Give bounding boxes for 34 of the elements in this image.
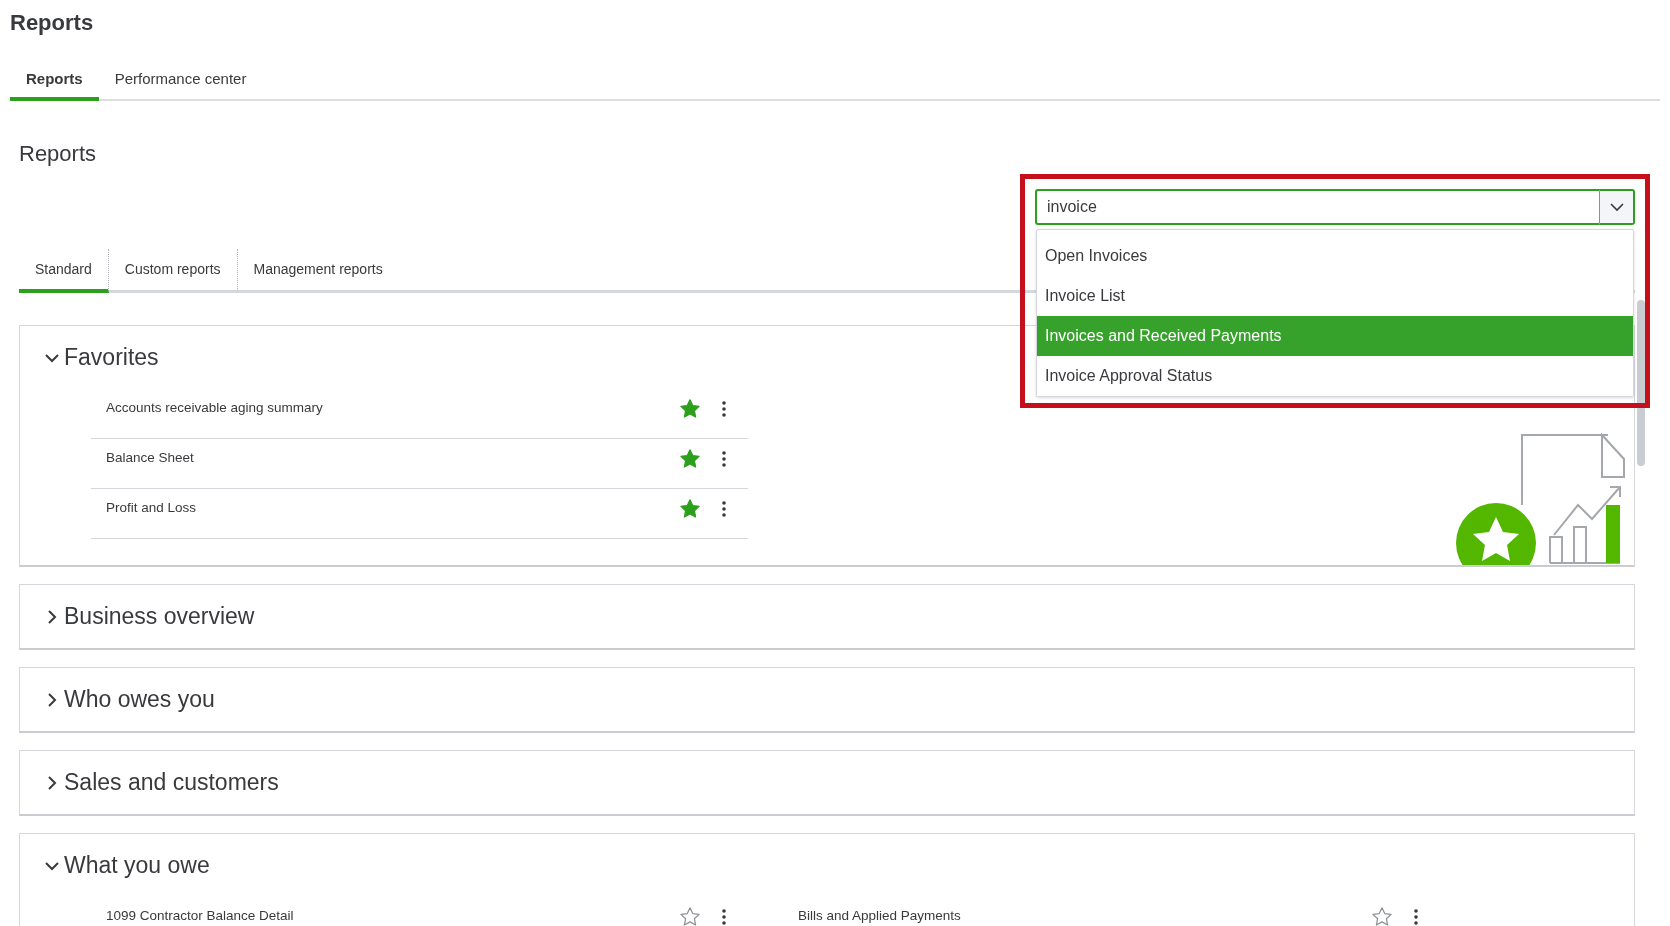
more-options-icon[interactable] [722, 500, 726, 517]
group-header[interactable]: Who owes you [20, 668, 215, 731]
more-options-icon[interactable] [722, 908, 726, 925]
tab[interactable]: Management reports [237, 249, 399, 293]
report-link[interactable]: Profit and Loss [106, 500, 197, 515]
dropdown-button[interactable] [1599, 189, 1635, 225]
tab[interactable]: Custom reports [108, 249, 238, 293]
scrollbar[interactable] [1637, 300, 1645, 466]
more-options-icon[interactable] [722, 400, 726, 417]
search-input[interactable]: invoice [1035, 189, 1599, 225]
suggestion-item[interactable]: Invoice List [1037, 276, 1633, 316]
tab[interactable]: Standard [19, 249, 109, 293]
section-heading: Reports [19, 141, 98, 167]
star-outline-icon[interactable] [680, 907, 700, 926]
page-title: Reports [10, 9, 95, 36]
report-link[interactable]: Bills and Applied Payments [798, 908, 961, 923]
report-link[interactable]: Balance Sheet [106, 450, 194, 465]
tab[interactable]: Reports [10, 70, 99, 101]
star-outline-icon[interactable] [1372, 907, 1392, 926]
report-link[interactable]: Accounts receivable aging summary [106, 400, 323, 415]
more-options-icon[interactable] [722, 450, 726, 467]
group-header[interactable]: Business overview [20, 585, 255, 648]
filled-star-icon[interactable] [680, 399, 700, 418]
tab[interactable]: Performance center [98, 70, 263, 101]
group-header[interactable]: Sales and customers [20, 751, 279, 814]
chevron-down-icon [1609, 202, 1624, 212]
more-options-icon[interactable] [1414, 908, 1418, 925]
group-header[interactable]: Favorites [20, 326, 159, 389]
suggestion-item[interactable]: Open Invoices [1037, 236, 1633, 276]
filled-star-icon[interactable] [680, 499, 700, 518]
suggestion-item[interactable]: Invoice Approval Status [1037, 356, 1633, 396]
filled-star-icon[interactable] [680, 449, 700, 468]
report-link[interactable]: 1099 Contractor Balance Detail [106, 908, 294, 923]
group-header[interactable]: What you owe [20, 834, 210, 897]
